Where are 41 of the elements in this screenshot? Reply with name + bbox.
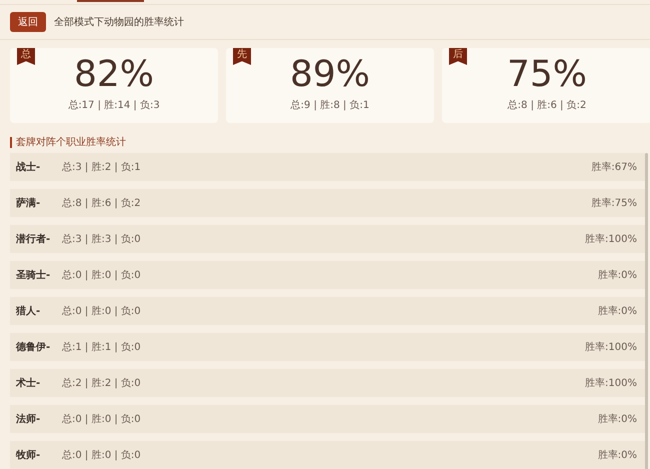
- class-win-rate: 胜率:100%: [585, 232, 637, 246]
- class-win-rate: 胜率:75%: [591, 196, 637, 210]
- ribbon-badge: 后: [449, 48, 467, 65]
- class-record: 总:0 | 胜:0 | 负:0: [62, 304, 141, 318]
- win-rate-percent: 89%: [290, 54, 370, 96]
- class-name: 术士-: [16, 376, 42, 390]
- tab-indicator: [77, 0, 144, 2]
- class-name: 牧师-: [16, 448, 42, 462]
- record-summary: 总:9 | 胜:8 | 负:1: [290, 98, 370, 112]
- ribbon-badge: 先: [233, 48, 251, 65]
- class-win-rate: 胜率:100%: [585, 376, 637, 390]
- class-name: 法师-: [16, 412, 42, 426]
- record-summary: 总:17 | 胜:14 | 负:3: [68, 98, 160, 112]
- class-win-rate: 胜率:0%: [598, 412, 637, 426]
- class-record: 总:8 | 胜:6 | 负:2: [62, 196, 141, 210]
- record-summary: 总:8 | 胜:6 | 负:2: [508, 98, 586, 112]
- class-name: 萨满-: [16, 196, 42, 210]
- scrollbar[interactable]: [645, 153, 648, 469]
- ribbon-badge: 总: [17, 48, 35, 65]
- class-record: 总:2 | 胜:2 | 负:0: [62, 376, 141, 390]
- class-win-rate: 胜率:67%: [591, 160, 637, 174]
- class-name: 战士-: [16, 160, 42, 174]
- class-name: 潜行者-: [16, 232, 52, 246]
- class-win-rate: 胜率:0%: [598, 448, 637, 462]
- section-title: 套牌对阵个职业胜率统计: [10, 137, 126, 148]
- class-win-rate: 胜率:0%: [598, 268, 637, 282]
- class-record: 总:0 | 胜:0 | 负:0: [62, 268, 141, 282]
- class-record: 总:0 | 胜:0 | 负:0: [62, 412, 141, 426]
- class-name: 猎人-: [16, 304, 42, 318]
- class-record: 总:1 | 胜:1 | 负:0: [62, 340, 141, 354]
- win-rate-percent: 82%: [74, 54, 154, 96]
- class-win-rate: 胜率:0%: [598, 304, 637, 318]
- back-button[interactable]: 返回: [10, 12, 46, 32]
- class-record: 总:3 | 胜:2 | 负:1: [62, 160, 141, 174]
- class-record: 总:0 | 胜:0 | 负:0: [62, 448, 141, 462]
- page-title: 全部模式下动物园的胜率统计: [54, 16, 184, 29]
- class-name: 圣骑士-: [16, 268, 52, 282]
- class-name: 德鲁伊-: [16, 340, 52, 354]
- class-record: 总:3 | 胜:3 | 负:0: [62, 232, 141, 246]
- win-rate-percent: 75%: [506, 54, 587, 96]
- class-win-rate: 胜率:100%: [585, 340, 637, 354]
